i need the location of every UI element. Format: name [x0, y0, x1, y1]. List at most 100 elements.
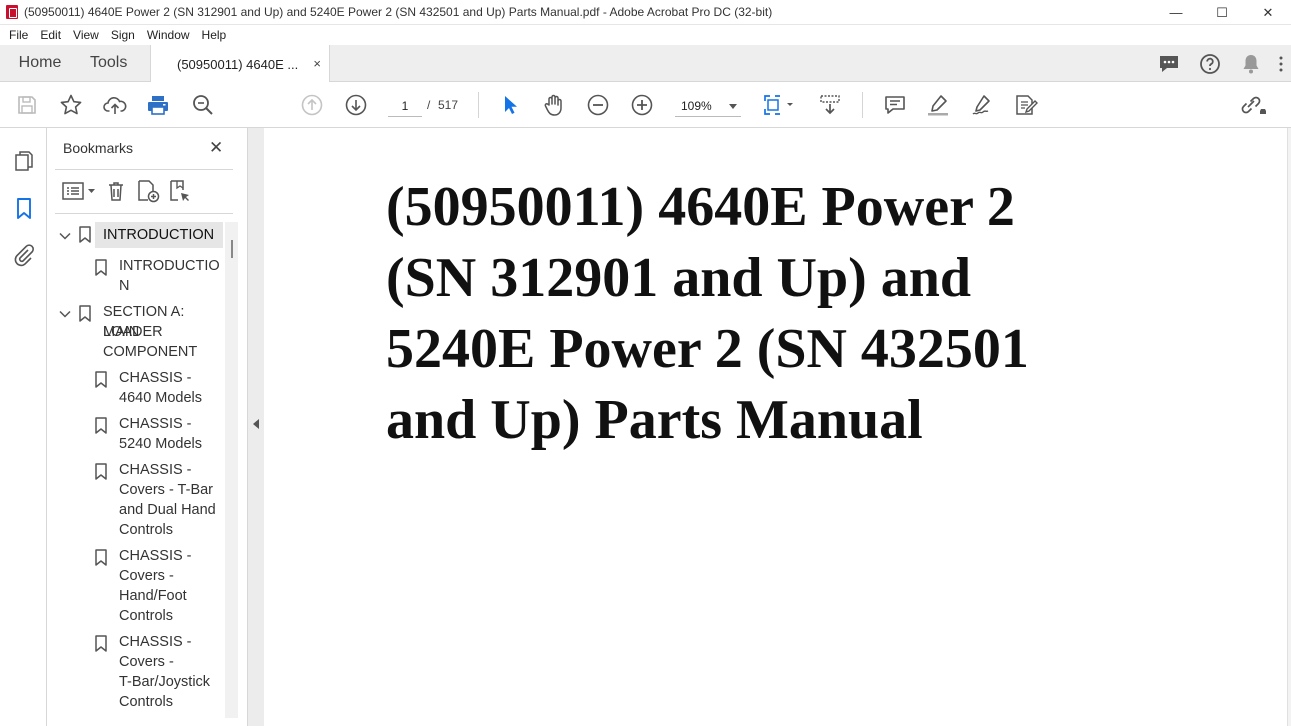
- next-page-icon[interactable]: [343, 92, 369, 118]
- bookmark-icon: [95, 635, 107, 652]
- bookmarks-panel-icon[interactable]: [11, 196, 37, 222]
- chevron-down-icon[interactable]: [59, 308, 71, 320]
- document-title: (50950011) 4640E Power 2 (SN 312901 and …: [386, 172, 1106, 456]
- bookmark-label: COMPONENT: [103, 344, 198, 360]
- menu-help[interactable]: Help: [196, 28, 233, 42]
- comment-bubble-icon[interactable]: [1148, 45, 1189, 82]
- bookmarks-scrollbar-thumb[interactable]: [231, 240, 233, 258]
- collapse-panel-arrow-icon[interactable]: [253, 419, 259, 429]
- hand-tool-icon[interactable]: [541, 92, 567, 118]
- bookmark-label: INTRODUCTION: [103, 227, 215, 243]
- more-icon[interactable]: [1271, 45, 1291, 82]
- menu-view[interactable]: View: [67, 28, 105, 42]
- tab-bar-right: [1148, 45, 1291, 82]
- previous-page-icon[interactable]: [299, 92, 325, 118]
- bookmark-label: Covers -: [119, 654, 174, 670]
- bookmark-icon: [95, 371, 107, 388]
- chevron-down-icon[interactable]: [59, 230, 71, 242]
- bookmark-item[interactable]: INTRODUCTIO N: [55, 256, 223, 298]
- menu-file[interactable]: File: [0, 28, 34, 42]
- tab-document[interactable]: (50950011) 4640E ... ×: [150, 45, 330, 83]
- menu-window[interactable]: Window: [141, 28, 196, 42]
- left-navigation-rail: [0, 128, 47, 726]
- bookmarks-toolbar: [61, 178, 199, 204]
- maximize-button[interactable]: ☐: [1199, 0, 1245, 25]
- bookmark-label: LOADER: [103, 324, 163, 340]
- close-window-button[interactable]: ✕: [1245, 0, 1291, 25]
- panel-splitter[interactable]: [247, 128, 264, 726]
- bookmark-options-icon[interactable]: [61, 178, 97, 204]
- bookmark-label: Hand/Foot: [119, 588, 187, 604]
- tab-document-label: (50950011) 4640E ...: [177, 56, 299, 72]
- bookmarks-panel: Bookmarks ✕ INTRODUCTION INTRODUCTIO N S…: [47, 128, 247, 726]
- bookmark-label: Controls: [119, 522, 173, 538]
- bookmark-item[interactable]: CHASSIS - Covers - T-Bar/Joystick Contro…: [55, 632, 223, 714]
- notification-bell-icon[interactable]: [1230, 45, 1271, 82]
- page-count: 517: [438, 98, 459, 112]
- bookmark-label: INTRODUCTIO: [119, 258, 220, 274]
- bookmark-label: and Dual Hand: [119, 502, 216, 518]
- add-bookmark-icon[interactable]: [135, 178, 161, 204]
- share-link-icon[interactable]: [1238, 92, 1268, 118]
- zoom-search-icon[interactable]: [190, 92, 216, 118]
- menu-bar: File Edit View Sign Window Help: [0, 25, 1291, 45]
- bookmark-label: CHASSIS -: [119, 548, 192, 564]
- highlight-pen-icon[interactable]: [925, 92, 951, 118]
- document-scrollbar[interactable]: [1287, 128, 1291, 726]
- attachments-paperclip-icon[interactable]: [11, 242, 37, 268]
- document-title-line: 5240E Power 2 (SN 432501: [386, 318, 1029, 380]
- bookmark-item[interactable]: CHASSIS - 5240 Models: [55, 414, 223, 456]
- bookmark-item[interactable]: CHASSIS - Covers - Hand/Foot Controls: [55, 546, 223, 628]
- window-controls: — ☐ ✕: [1153, 0, 1291, 25]
- find-bookmark-icon[interactable]: [167, 178, 193, 204]
- document-view[interactable]: (50950011) 4640E Power 2 (SN 312901 and …: [264, 128, 1291, 726]
- bookmark-item[interactable]: INTRODUCTION: [55, 222, 223, 248]
- bookmarks-scrollbar[interactable]: [225, 222, 238, 718]
- bookmarks-tree: INTRODUCTION INTRODUCTIO N SECTION A: MA…: [55, 222, 225, 722]
- document-title-line: (50950011) 4640E Power 2: [386, 176, 1015, 238]
- zoom-level-select[interactable]: 109%: [675, 95, 741, 117]
- chevron-down-icon: [729, 104, 737, 109]
- comment-icon[interactable]: [882, 92, 908, 118]
- select-cursor-icon[interactable]: [497, 92, 523, 118]
- bookmark-label: CHASSIS -: [119, 416, 192, 432]
- delete-bookmark-icon[interactable]: [103, 178, 129, 204]
- minimize-button[interactable]: —: [1153, 0, 1199, 25]
- zoom-in-icon[interactable]: [629, 92, 655, 118]
- menu-edit[interactable]: Edit: [34, 28, 67, 42]
- acrobat-icon: [6, 5, 18, 19]
- bookmark-label: Controls: [119, 694, 173, 710]
- document-title-line: and Up) Parts Manual: [386, 389, 923, 451]
- zoom-level-value: 109%: [681, 99, 712, 113]
- edit-pdf-icon[interactable]: [1013, 92, 1039, 118]
- divider: [55, 169, 233, 170]
- zoom-out-icon[interactable]: [585, 92, 611, 118]
- draw-sign-icon[interactable]: [969, 92, 995, 118]
- bookmark-label: CHASSIS -: [119, 370, 192, 386]
- bookmark-item[interactable]: CHASSIS - 4640 Models: [55, 368, 223, 410]
- bookmarks-close-button[interactable]: ✕: [209, 138, 223, 158]
- scroll-mode-icon[interactable]: [817, 92, 843, 118]
- menu-sign[interactable]: Sign: [105, 28, 141, 42]
- window-title: (50950011) 4640E Power 2 (SN 312901 and …: [24, 5, 773, 19]
- bookmark-label: 5240 Models: [119, 436, 203, 452]
- tab-close-button[interactable]: ×: [313, 56, 321, 71]
- tab-tools[interactable]: Tools: [80, 45, 150, 81]
- page-thumbnails-icon[interactable]: [11, 148, 37, 174]
- tab-bar: Home Tools (50950011) 4640E ... ×: [0, 45, 1291, 83]
- tab-home[interactable]: Home: [0, 45, 80, 81]
- help-icon[interactable]: [1189, 45, 1230, 82]
- print-icon[interactable]: [145, 92, 171, 118]
- upload-cloud-icon[interactable]: [102, 92, 128, 118]
- save-icon[interactable]: [14, 92, 40, 118]
- star-icon[interactable]: [58, 92, 84, 118]
- bookmark-label: T-Bar/Joystick: [119, 674, 211, 690]
- bookmark-icon: [95, 549, 107, 566]
- fit-page-icon[interactable]: [762, 92, 796, 118]
- divider: [55, 213, 233, 214]
- bookmark-label: Controls: [119, 608, 173, 624]
- bookmark-label: N: [119, 278, 130, 294]
- bookmark-item[interactable]: CHASSIS - Covers - T-Bar and Dual Hand C…: [55, 460, 223, 542]
- bookmark-item[interactable]: SECTION A: MAIN LOADER COMPONENT: [55, 302, 223, 364]
- page-number-input[interactable]: 1: [388, 95, 422, 117]
